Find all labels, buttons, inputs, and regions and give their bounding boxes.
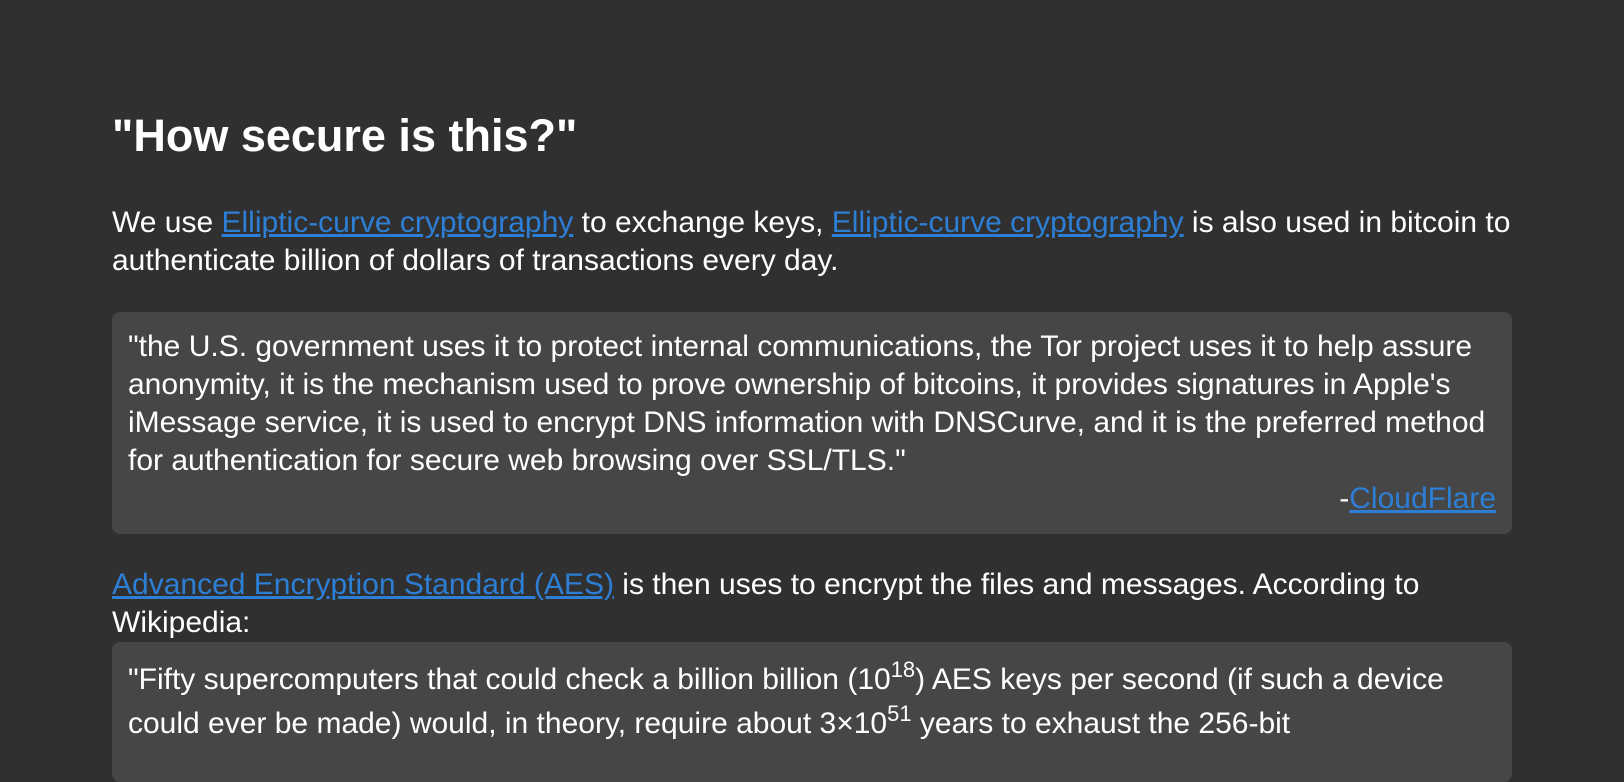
ecc-link-1[interactable]: Elliptic-curve cryptography [222, 206, 574, 239]
intro-paragraph: We use Elliptic-curve cryptography to ex… [112, 204, 1512, 280]
cloudflare-quote-text: "the U.S. government uses it to protect … [128, 330, 1486, 477]
quote2-part1: "Fifty supercomputers that could check a… [128, 663, 891, 696]
wikipedia-quote-text: "Fifty supercomputers that could check a… [128, 658, 1496, 746]
ecc-link-2[interactable]: Elliptic-curve cryptography [832, 206, 1184, 239]
intro-middle: to exchange keys, [573, 206, 832, 239]
intro-prefix: We use [112, 206, 222, 239]
cloudflare-quote-box: "the U.S. government uses it to protect … [112, 312, 1512, 534]
aes-paragraph: Advanced Encryption Standard (AES) is th… [112, 566, 1512, 642]
aes-link[interactable]: Advanced Encryption Standard (AES) [112, 568, 614, 601]
quote-attribution: -CloudFlare [128, 480, 1496, 518]
quote2-part3: years to exhaust the 256-bit [911, 707, 1291, 740]
wikipedia-quote-box: "Fifty supercomputers that could check a… [112, 642, 1512, 782]
exponent-51: 51 [887, 701, 912, 726]
attribution-dash: - [1339, 482, 1350, 515]
exponent-18: 18 [890, 657, 916, 682]
cloudflare-link[interactable]: CloudFlare [1349, 482, 1496, 515]
page-title: "How secure is this?" [112, 110, 578, 161]
